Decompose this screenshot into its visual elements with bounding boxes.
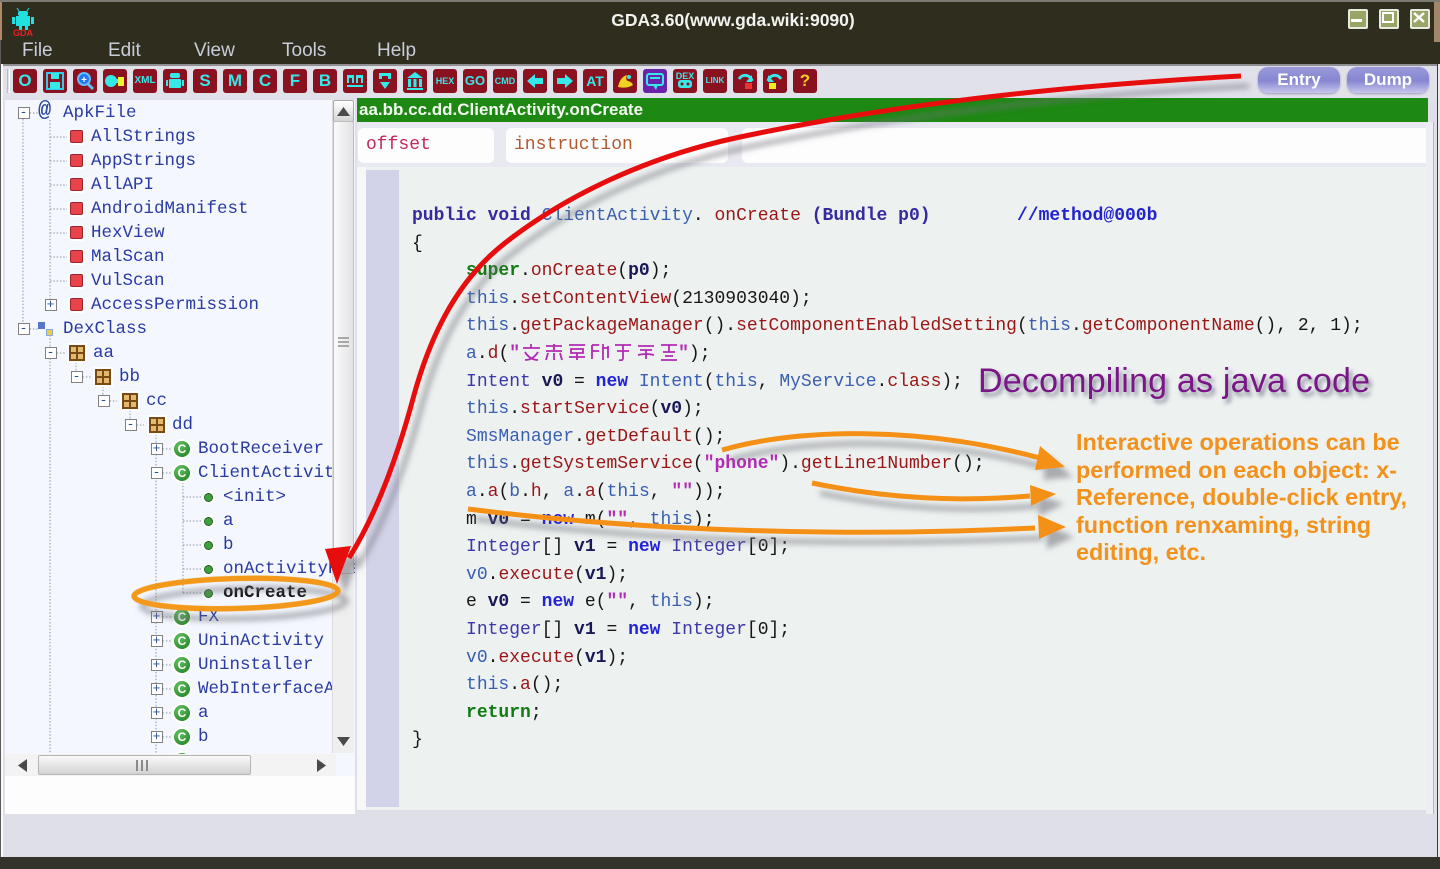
svg-text:+: + [81,75,87,86]
svg-text:GDA: GDA [13,28,34,36]
svg-text:DEX: DEX [676,71,695,81]
